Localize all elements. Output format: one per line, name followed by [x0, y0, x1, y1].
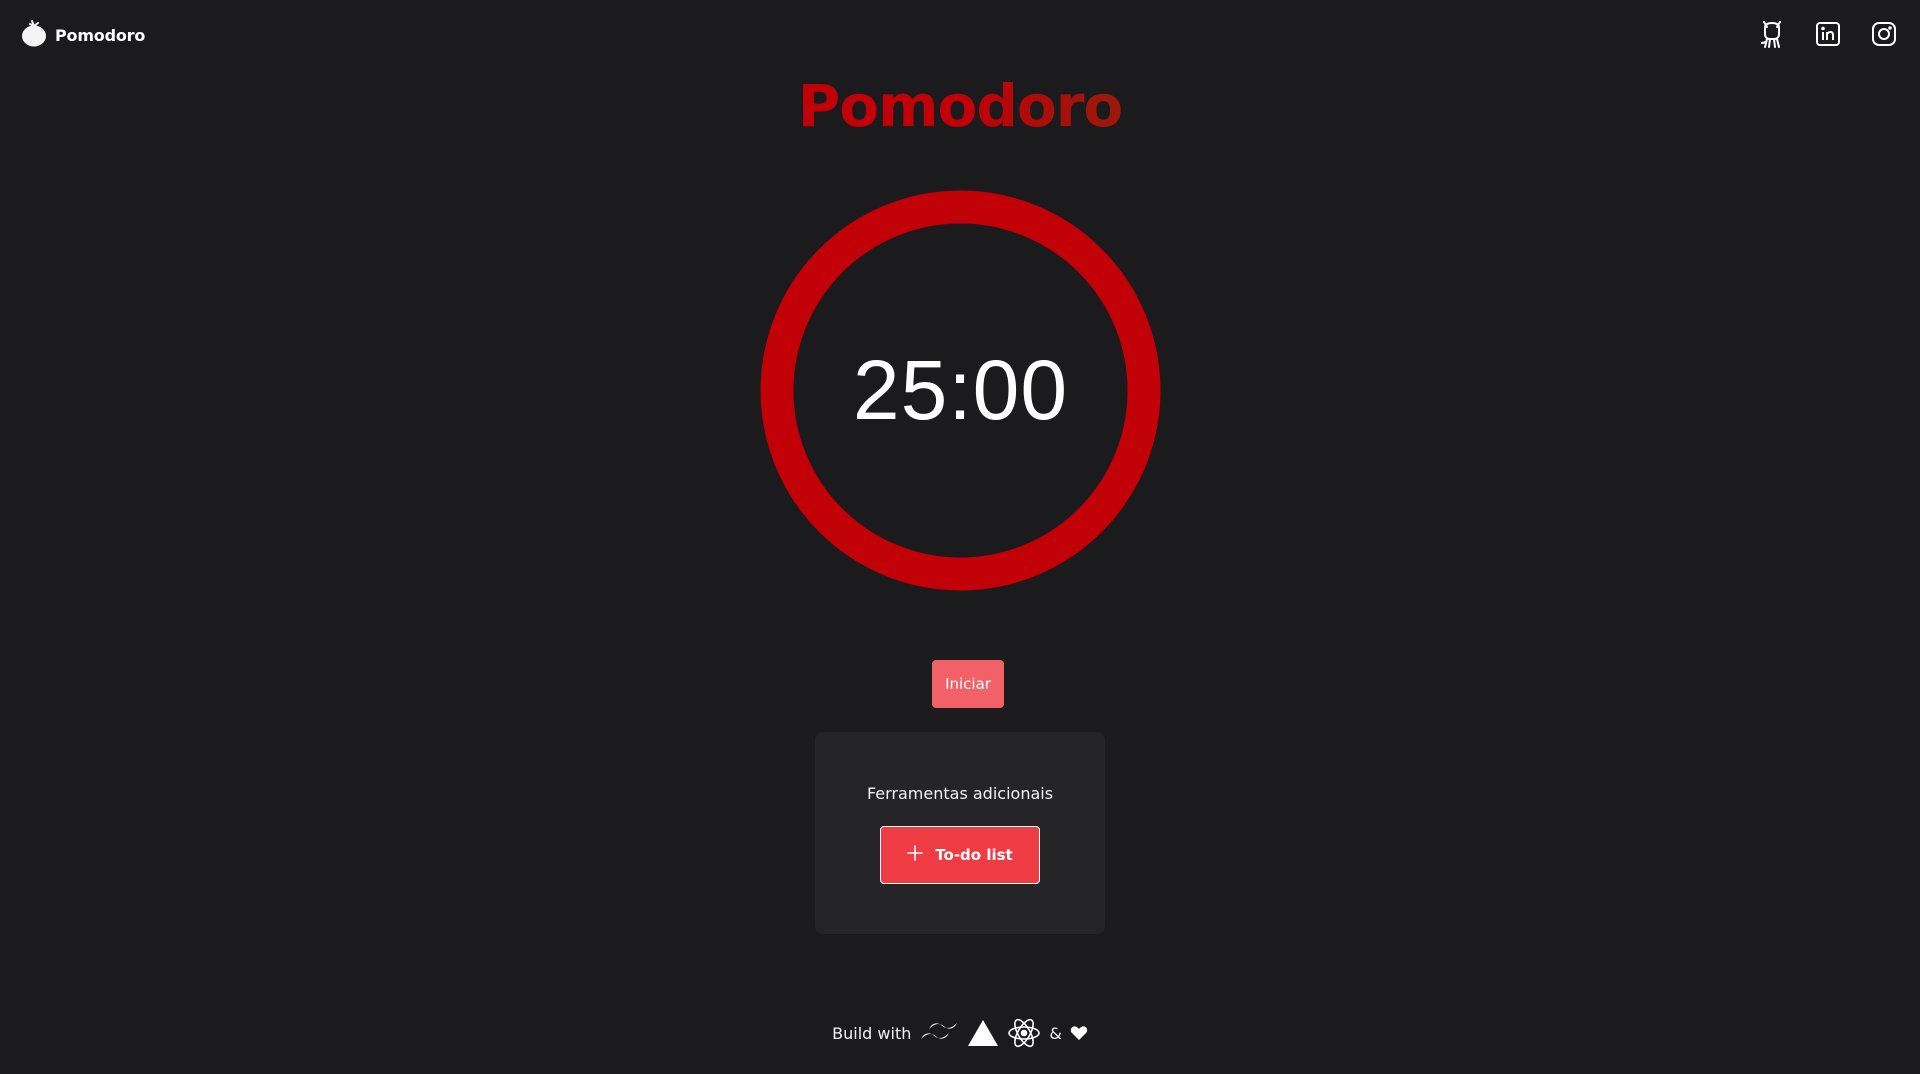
tomato-icon: [21, 19, 47, 51]
footer: Build with &: [0, 1016, 1920, 1050]
footer-prefix: Build with: [832, 1023, 912, 1043]
brand-link[interactable]: Pomodoro: [21, 20, 145, 50]
react-icon: [1007, 1018, 1041, 1048]
instagram-link[interactable]: [1870, 20, 1898, 52]
github-link[interactable]: [1758, 20, 1786, 52]
todo-list-label: To-do list: [935, 846, 1013, 864]
vite-icon: [967, 1019, 999, 1047]
social-links: [1758, 20, 1898, 52]
todo-list-button[interactable]: To-do list: [880, 826, 1040, 884]
brand-name: Pomodoro: [55, 25, 146, 45]
timer-display: 25:00: [852, 343, 1069, 437]
page-title: Pomodoro: [797, 72, 1123, 140]
tools-card: Ferramentas adicionais To-do list: [815, 732, 1105, 934]
tailwind-icon: [919, 1020, 959, 1046]
timer-ring: 25:00: [760, 190, 1161, 591]
github-icon: [1759, 19, 1785, 53]
footer-ampersand: &: [1049, 1023, 1062, 1043]
linkedin-icon: [1815, 21, 1841, 51]
plus-icon: [907, 845, 924, 865]
tools-heading: Ferramentas adicionais: [866, 784, 1054, 803]
linkedin-link[interactable]: [1814, 20, 1842, 52]
page: Pomodoro Pomodoro 25:00 Iniciar Ferramen…: [0, 0, 1920, 1074]
heart-icon: [1070, 1025, 1088, 1041]
instagram-icon: [1871, 21, 1897, 51]
start-button[interactable]: Iniciar: [932, 660, 1004, 708]
